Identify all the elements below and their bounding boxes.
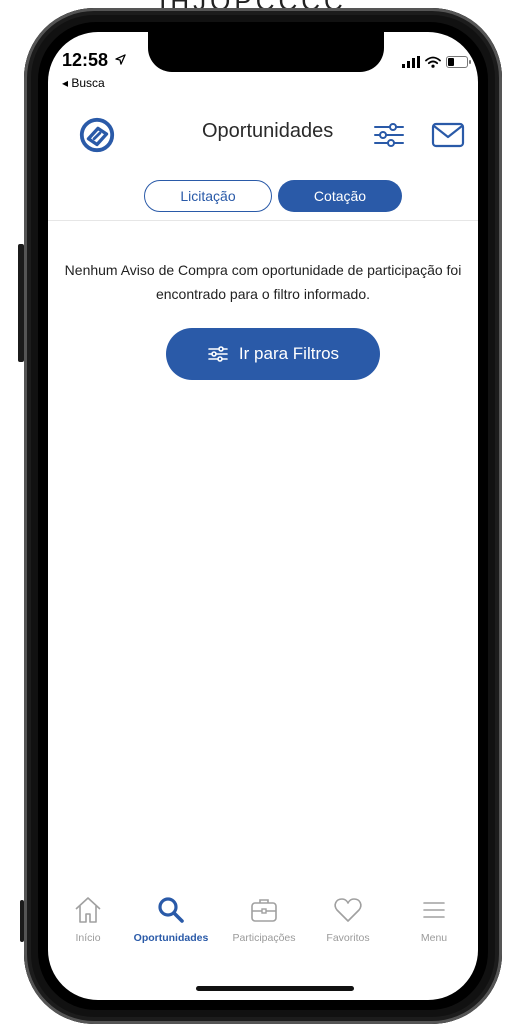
app-screen: 12:58 ◂ Busca Oportunidades Licitação Co… (48, 32, 478, 1000)
filter-sliders-icon[interactable] (372, 120, 406, 150)
empty-state-message: Nenhum Aviso de Compra com oportunidade … (64, 262, 462, 302)
status-time: 12:58 (62, 50, 126, 71)
heart-icon (334, 898, 362, 922)
nav-label-participacoes: Participações (232, 932, 296, 944)
home-icon (75, 897, 101, 923)
notch (148, 32, 384, 72)
search-icon (158, 897, 184, 923)
phone-frame: 12:58 ◂ Busca Oportunidades Licitação Co… (24, 8, 502, 1024)
nav-item-favoritos[interactable]: Favoritos (304, 894, 392, 944)
wifi-icon (425, 56, 441, 68)
menu-icon (423, 902, 445, 918)
header-divider (48, 220, 478, 221)
tab-licitacao[interactable]: Licitação (144, 180, 272, 212)
nav-item-inicio[interactable]: Início (48, 894, 132, 944)
status-icons (402, 56, 471, 68)
cellular-signal-icon (402, 56, 420, 68)
nav-item-oportunidades[interactable]: Oportunidades (127, 894, 215, 944)
app-logo[interactable] (78, 116, 116, 154)
battery-icon (446, 56, 471, 68)
phone-bezel: 12:58 ◂ Busca Oportunidades Licitação Co… (38, 22, 488, 1010)
home-indicator (196, 986, 354, 991)
filter-sliders-icon (208, 346, 228, 362)
briefcase-icon (251, 899, 277, 922)
location-arrow-icon (115, 54, 126, 65)
mail-icon[interactable] (430, 120, 466, 150)
bottom-nav: Início Oportunidades Participações Favor… (48, 894, 478, 964)
nav-label-oportunidades: Oportunidades (133, 932, 209, 944)
nav-label-inicio: Início (75, 932, 101, 944)
nav-item-menu[interactable]: Menu (390, 894, 478, 944)
nav-label-favoritos: Favoritos (326, 932, 370, 944)
go-to-filters-button[interactable]: Ir para Filtros (166, 328, 380, 380)
status-time-text: 12:58 (62, 50, 109, 70)
back-to-search-link[interactable]: ◂ Busca (62, 76, 105, 90)
nav-label-menu: Menu (420, 932, 448, 944)
tab-cotacao[interactable]: Cotação (278, 180, 402, 212)
nav-item-participacoes[interactable]: Participações (220, 894, 308, 944)
go-to-filters-label: Ir para Filtros (238, 344, 340, 363)
page-title: Oportunidades (202, 120, 334, 142)
